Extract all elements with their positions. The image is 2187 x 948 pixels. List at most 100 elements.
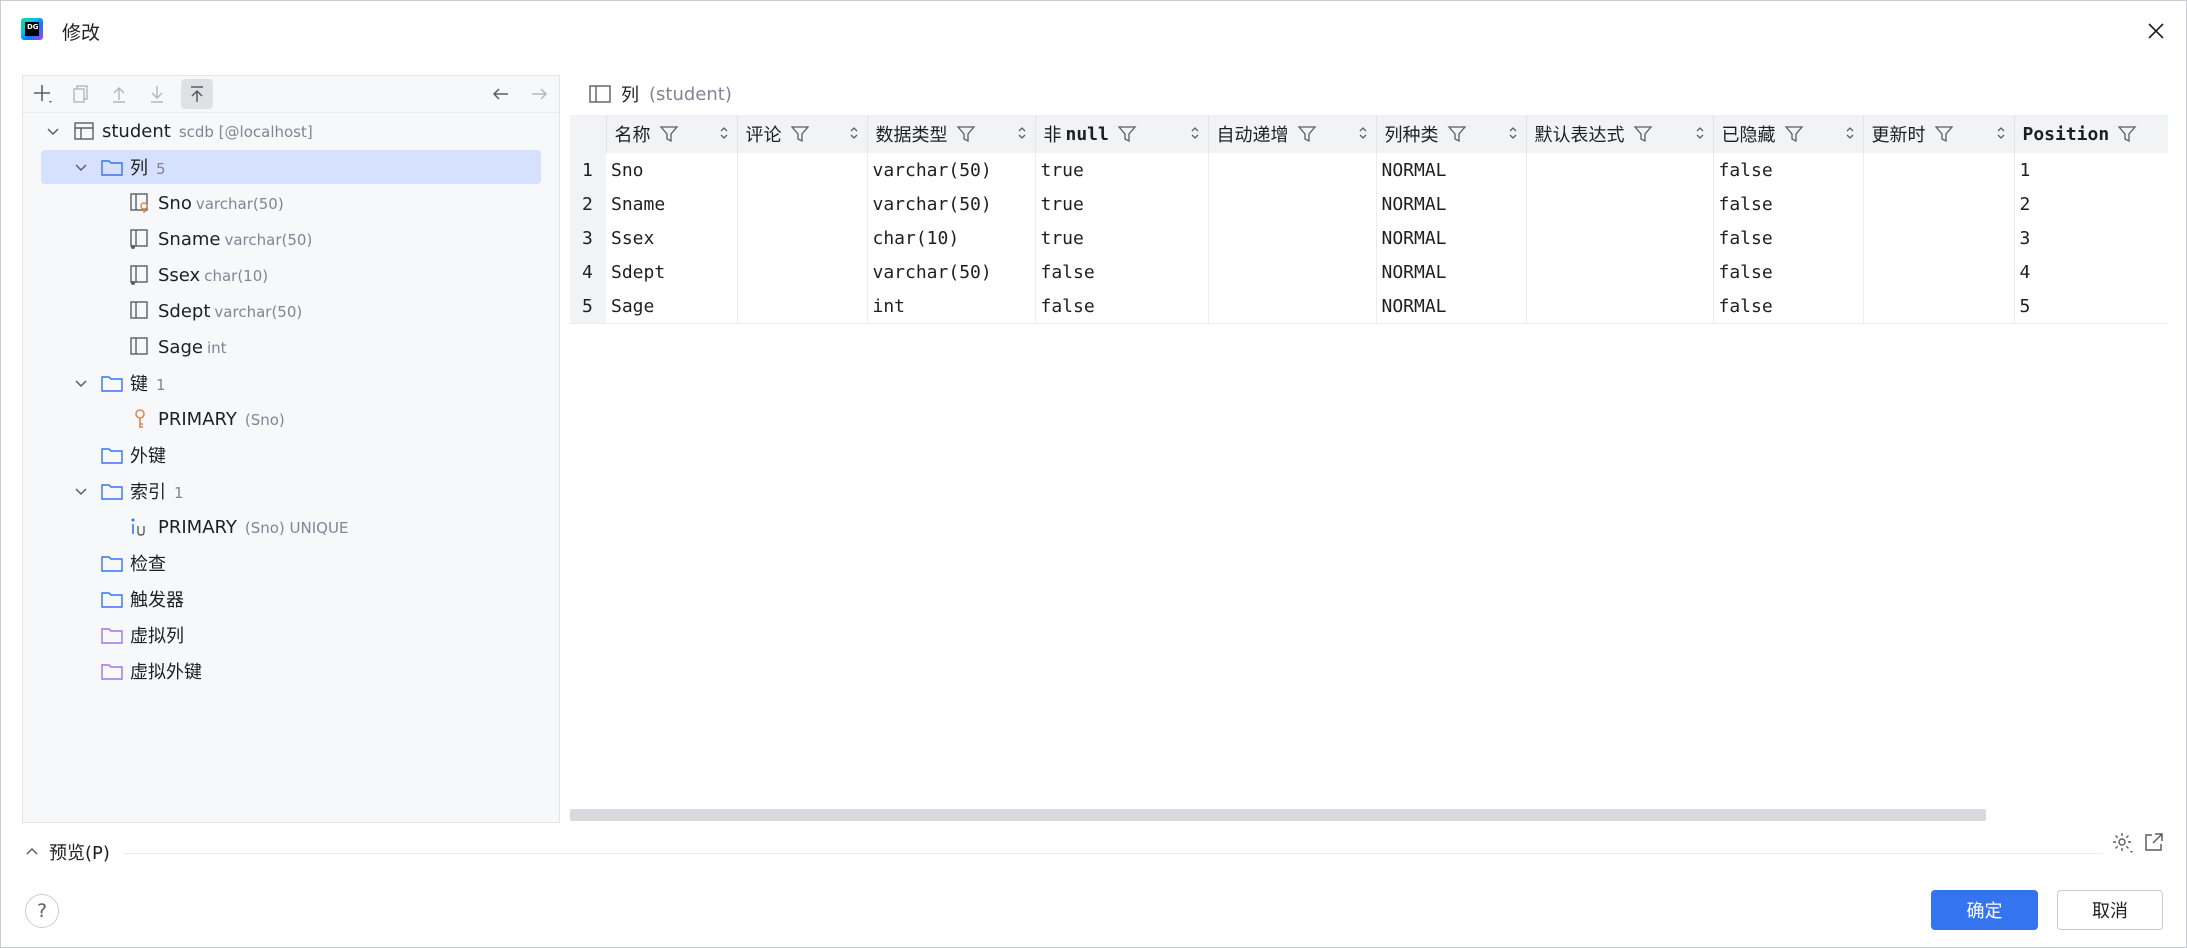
- tree-node-column[interactable]: Sno varchar(50): [23, 186, 559, 220]
- column-header-auto-increment[interactable]: 自动递增: [1208, 115, 1377, 153]
- cell-datatype[interactable]: varchar(50): [867, 187, 1036, 221]
- cell-not-null[interactable]: true: [1035, 187, 1209, 221]
- move-up-button[interactable]: [103, 79, 135, 109]
- cell-hidden[interactable]: false: [1713, 187, 1864, 221]
- cell-on-update[interactable]: [1863, 153, 2015, 187]
- tree-node-virtual-columns[interactable]: 虚拟列: [23, 618, 559, 652]
- copy-button[interactable]: [65, 79, 97, 109]
- cell-comment[interactable]: [737, 221, 868, 255]
- filter-icon[interactable]: [790, 124, 810, 144]
- cell-kind[interactable]: NORMAL: [1376, 255, 1527, 289]
- sort-icon[interactable]: [1017, 125, 1027, 141]
- cell-name[interactable]: Ssex: [606, 221, 738, 255]
- cancel-button[interactable]: 取消: [2057, 890, 2163, 930]
- cell-position[interactable]: 3: [2014, 221, 2168, 255]
- add-button[interactable]: [27, 79, 59, 109]
- tree-node-triggers[interactable]: 触发器: [23, 582, 559, 616]
- cell-not-null[interactable]: false: [1035, 255, 1209, 289]
- table-row[interactable]: 4 Sdept varchar(50) false NORMAL false 4: [570, 255, 2168, 289]
- cell-position[interactable]: 4: [2014, 255, 2168, 289]
- cell-hidden[interactable]: false: [1713, 255, 1864, 289]
- sort-icon[interactable]: [849, 125, 859, 141]
- filter-icon[interactable]: [1447, 124, 1467, 144]
- table-row[interactable]: 2 Sname varchar(50) true NORMAL false 2: [570, 187, 2168, 221]
- column-header-name[interactable]: 名称: [606, 115, 738, 153]
- column-header-default[interactable]: 默认表达式: [1526, 115, 1714, 153]
- open-in-window-icon[interactable]: [2143, 831, 2165, 853]
- cell-position[interactable]: 1: [2014, 153, 2168, 187]
- cell-auto-increment[interactable]: [1208, 153, 1377, 187]
- filter-icon[interactable]: [1934, 124, 1954, 144]
- scrollbar-thumb[interactable]: [570, 809, 1986, 821]
- cell-default[interactable]: [1526, 255, 1714, 289]
- cell-hidden[interactable]: false: [1713, 221, 1864, 255]
- column-header-datatype[interactable]: 数据类型: [867, 115, 1036, 153]
- cell-comment[interactable]: [737, 289, 868, 324]
- tree-node-virtual-foreign-keys[interactable]: 虚拟外键: [23, 654, 559, 688]
- tree-node-checks[interactable]: 检查: [23, 546, 559, 580]
- column-header-on-update[interactable]: 更新时: [1863, 115, 2015, 153]
- filter-icon[interactable]: [1784, 124, 1804, 144]
- cell-comment[interactable]: [737, 153, 868, 187]
- cell-position[interactable]: 5: [2014, 289, 2168, 324]
- sort-icon[interactable]: [1508, 125, 1518, 141]
- tree-node-indexes[interactable]: 索引 1: [23, 474, 559, 508]
- column-header-kind[interactable]: 列种类: [1376, 115, 1527, 153]
- cell-kind[interactable]: NORMAL: [1376, 221, 1527, 255]
- tree-node-column[interactable]: Ssex char(10): [23, 258, 559, 292]
- cell-name[interactable]: Sage: [606, 289, 738, 324]
- preview-toggle[interactable]: 预览(P): [25, 839, 110, 865]
- cell-auto-increment[interactable]: [1208, 187, 1377, 221]
- tree-node-column[interactable]: Sdept varchar(50): [23, 294, 559, 328]
- sort-icon[interactable]: [719, 125, 729, 141]
- gear-icon[interactable]: [2111, 831, 2135, 855]
- tree-node-column[interactable]: Sage int: [23, 330, 559, 364]
- cell-on-update[interactable]: [1863, 255, 2015, 289]
- tree-node-table[interactable]: student scdb [@localhost]: [23, 114, 559, 148]
- cell-default[interactable]: [1526, 289, 1714, 324]
- tree-node-column[interactable]: Sname varchar(50): [23, 222, 559, 256]
- tree-node-index[interactable]: PRIMARY (Sno) UNIQUE: [23, 510, 559, 544]
- cell-not-null[interactable]: true: [1035, 221, 1209, 255]
- cell-position[interactable]: 2: [2014, 187, 2168, 221]
- ok-button[interactable]: 确定: [1931, 890, 2038, 930]
- filter-icon[interactable]: [1117, 124, 1137, 144]
- move-to-top-button[interactable]: [181, 79, 213, 109]
- cell-name[interactable]: Sno: [606, 153, 738, 187]
- cell-auto-increment[interactable]: [1208, 289, 1377, 324]
- column-header-not-null[interactable]: 非 null: [1035, 115, 1209, 153]
- column-header-comment[interactable]: 评论: [737, 115, 868, 153]
- cell-auto-increment[interactable]: [1208, 255, 1377, 289]
- cell-datatype[interactable]: char(10): [867, 221, 1036, 255]
- tree-node-foreign-keys[interactable]: 外键: [23, 438, 559, 472]
- filter-icon[interactable]: [2117, 124, 2137, 144]
- help-button[interactable]: ?: [25, 894, 59, 928]
- cell-hidden[interactable]: false: [1713, 289, 1864, 324]
- sort-icon[interactable]: [1358, 125, 1368, 141]
- column-header-hidden[interactable]: 已隐藏: [1713, 115, 1864, 153]
- table-row[interactable]: 1 Sno varchar(50) true NORMAL false 1: [570, 153, 2168, 187]
- cell-kind[interactable]: NORMAL: [1376, 289, 1527, 324]
- cell-hidden[interactable]: false: [1713, 153, 1864, 187]
- cell-kind[interactable]: NORMAL: [1376, 153, 1527, 187]
- filter-icon[interactable]: [956, 124, 976, 144]
- forward-button[interactable]: [523, 79, 555, 109]
- tree-node-key[interactable]: PRIMARY (Sno): [23, 402, 559, 436]
- horizontal-scrollbar[interactable]: [570, 809, 2168, 821]
- cell-default[interactable]: [1526, 187, 1714, 221]
- cell-datatype[interactable]: varchar(50): [867, 255, 1036, 289]
- cell-not-null[interactable]: false: [1035, 289, 1209, 324]
- filter-icon[interactable]: [1633, 124, 1653, 144]
- table-row[interactable]: 5 Sage int false NORMAL false 5: [570, 289, 2168, 324]
- tree-node-keys[interactable]: 键1: [23, 366, 559, 400]
- cell-name[interactable]: Sname: [606, 187, 738, 221]
- filter-icon[interactable]: [659, 124, 679, 144]
- cell-default[interactable]: [1526, 153, 1714, 187]
- cell-not-null[interactable]: true: [1035, 153, 1209, 187]
- cell-default[interactable]: [1526, 221, 1714, 255]
- table-row[interactable]: 3 Ssex char(10) true NORMAL false 3: [570, 221, 2168, 255]
- sort-icon[interactable]: [1190, 125, 1200, 141]
- cell-datatype[interactable]: varchar(50): [867, 153, 1036, 187]
- column-header-position[interactable]: Position: [2014, 115, 2168, 153]
- cell-comment[interactable]: [737, 255, 868, 289]
